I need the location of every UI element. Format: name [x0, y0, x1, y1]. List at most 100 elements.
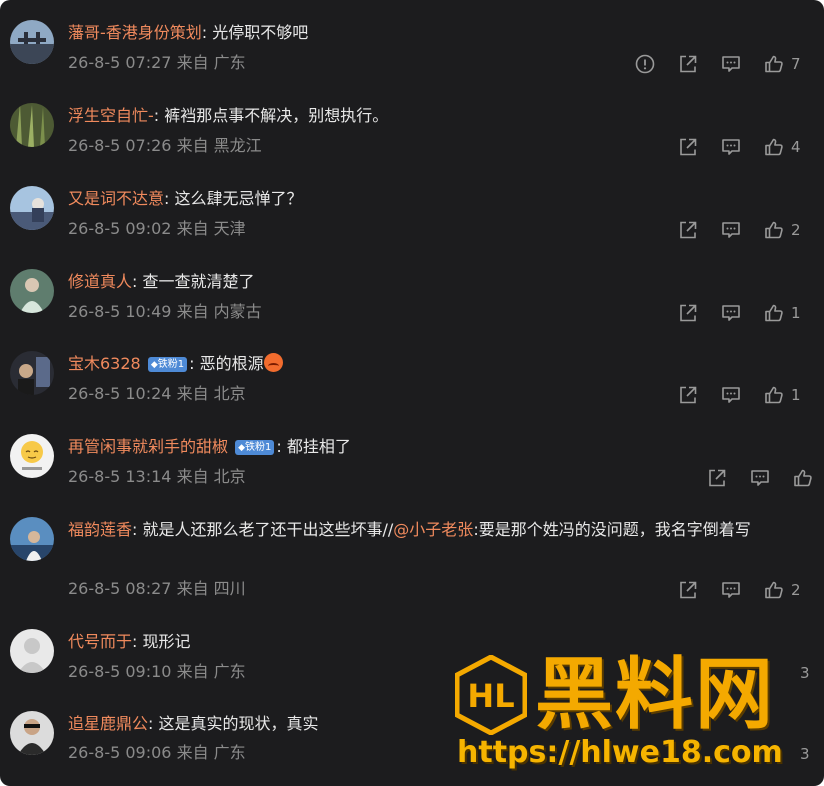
fan-badge-label: 铁粉1 — [157, 359, 185, 370]
thumbs-up-icon — [765, 581, 783, 599]
share-icon — [680, 304, 697, 322]
fan-badge[interactable]: ◆铁粉1 — [147, 357, 188, 372]
reply-button[interactable] — [720, 301, 742, 325]
comment-location: 北京 — [213, 467, 246, 486]
share-button[interactable] — [677, 383, 699, 407]
reply-button[interactable] — [720, 383, 742, 407]
comment-icon — [722, 387, 740, 403]
from-label: 来自 — [176, 384, 209, 403]
avatar[interactable] — [10, 186, 54, 230]
report-button[interactable] — [634, 52, 656, 76]
comment-text: 查一查就清楚了 — [142, 272, 255, 291]
avatar[interactable] — [10, 517, 54, 561]
thumbs-up-icon — [794, 469, 812, 487]
share-button[interactable] — [677, 218, 699, 242]
like-button[interactable] — [792, 466, 814, 490]
avatar[interactable] — [10, 269, 54, 313]
hl-logo: HL — [454, 654, 528, 736]
comment-actions: 4 — [677, 135, 824, 159]
comment-body: 藩哥-香港身份策划: 光停职不够吧 — [68, 23, 309, 42]
reply-button[interactable] — [720, 52, 742, 76]
like-count: 7 — [791, 55, 801, 73]
avatar[interactable] — [10, 629, 54, 673]
share-icon — [680, 386, 697, 404]
username-link[interactable]: 修道真人 — [68, 272, 132, 291]
comment-meta: 26-8-5 09:10 来自 广东 — [68, 661, 246, 683]
share-button[interactable] — [706, 466, 728, 490]
username-link[interactable]: 宝木6328 — [68, 354, 141, 373]
reply-button[interactable] — [749, 466, 771, 490]
comment-location: 广东 — [213, 743, 246, 762]
comment-date: 26-8-5 07:26 — [68, 136, 172, 155]
mention-link[interactable]: @小子老张 — [393, 520, 473, 539]
thumbs-up-icon — [765, 55, 783, 73]
like-button[interactable]: 7 — [763, 52, 801, 76]
share-icon — [709, 469, 726, 487]
comment-icon — [722, 56, 740, 72]
comment-text: 就是人还那么老了还干出这些坏事// — [142, 520, 394, 539]
username-link[interactable]: 藩哥-香港身份策划 — [68, 23, 202, 42]
comment-date: 26-8-5 07:27 — [68, 53, 172, 72]
comment-icon — [722, 582, 740, 598]
like-button[interactable]: 1 — [763, 301, 801, 325]
comment-text: 现形记 — [142, 632, 191, 651]
comment-location: 黑龙江 — [213, 136, 262, 155]
username-link[interactable]: 浮生空自忙- — [68, 106, 154, 125]
like-button[interactable]: 1 — [763, 383, 801, 407]
comment-icon — [722, 222, 740, 238]
comment-icon — [751, 470, 769, 486]
share-button[interactable] — [677, 578, 699, 602]
like-button[interactable]: 4 — [763, 135, 801, 159]
avatar[interactable] — [10, 103, 54, 147]
share-icon — [680, 581, 697, 599]
report-icon — [635, 54, 655, 74]
thumbs-up-icon — [765, 304, 783, 322]
comment-location: 广东 — [213, 53, 246, 72]
comment-meta: 26-8-5 07:27 来自 广东 — [68, 52, 246, 74]
site-watermark: HL 黑料网 https://hlwe18.com — [454, 651, 824, 786]
comment-body: 宝木6328 ◆铁粉1: 恶的根源 — [68, 353, 808, 375]
username-link[interactable]: 又是词不达意 — [68, 189, 164, 208]
comment-body: 又是词不达意: 这么肆无忌惮了？ — [68, 189, 303, 208]
comment-location: 天津 — [213, 219, 246, 238]
comment-text: 这是真实的现状，真实 — [158, 714, 319, 733]
share-button[interactable] — [677, 52, 699, 76]
comment-meta: 26-8-5 07:26 来自 黑龙江 — [68, 135, 262, 157]
like-count: 2 — [791, 581, 801, 599]
comment-meta: 26-8-5 10:49 来自 内蒙古 — [68, 301, 262, 323]
comment-meta: 26-8-5 10:24 来自 北京 — [68, 383, 246, 405]
avatar[interactable] — [10, 20, 54, 64]
comment-date: 26-8-5 13:14 — [68, 467, 172, 486]
comment-text: 恶的根源 — [199, 354, 264, 373]
comment-meta: 26-8-5 13:14 来自 北京 — [68, 466, 246, 488]
from-label: 来自 — [176, 743, 209, 762]
comment-date: 26-8-5 10:49 — [68, 302, 172, 321]
comment-text: 裤裆那点事不解决，别想执行。 — [164, 106, 389, 125]
diamond-icon: ◆ — [238, 443, 246, 453]
comment-date: 26-8-5 08:27 — [68, 579, 172, 598]
like-count: 1 — [791, 386, 801, 404]
like-button[interactable]: 2 — [763, 218, 801, 242]
reply-button[interactable] — [720, 578, 742, 602]
reply-button[interactable] — [720, 218, 742, 242]
avatar[interactable] — [10, 434, 54, 478]
username-link[interactable]: 再管闲事就剁手的甜椒 — [68, 437, 228, 456]
diamond-icon: ◆ — [150, 360, 158, 370]
avatar[interactable] — [10, 711, 54, 755]
comment-location: 四川 — [213, 579, 246, 598]
comment-body: 福韵莲香: 就是人还那么老了还干出这些坏事//@小子老张:要是那个姓冯的没问题，… — [68, 520, 751, 539]
avatar[interactable] — [10, 351, 54, 395]
fan-badge[interactable]: ◆铁粉1 — [235, 440, 275, 455]
like-button[interactable]: 2 — [763, 578, 801, 602]
username-link[interactable]: 福韵莲香 — [68, 520, 132, 539]
username-link[interactable]: 代号而于 — [68, 632, 132, 651]
reply-button[interactable] — [720, 135, 742, 159]
share-icon — [680, 138, 697, 156]
comment-actions: 1 — [677, 301, 824, 325]
comment-icon — [722, 305, 740, 321]
username-link[interactable]: 追星鹿鼎公 — [68, 714, 148, 733]
share-button[interactable] — [677, 301, 699, 325]
share-button[interactable] — [677, 135, 699, 159]
comment-panel: 藩哥-香港身份策划: 光停职不够吧 26-8-5 07:27 来自 广东 7 浮… — [0, 0, 824, 786]
comment-text: 这么肆无忌惮了？ — [174, 189, 303, 208]
